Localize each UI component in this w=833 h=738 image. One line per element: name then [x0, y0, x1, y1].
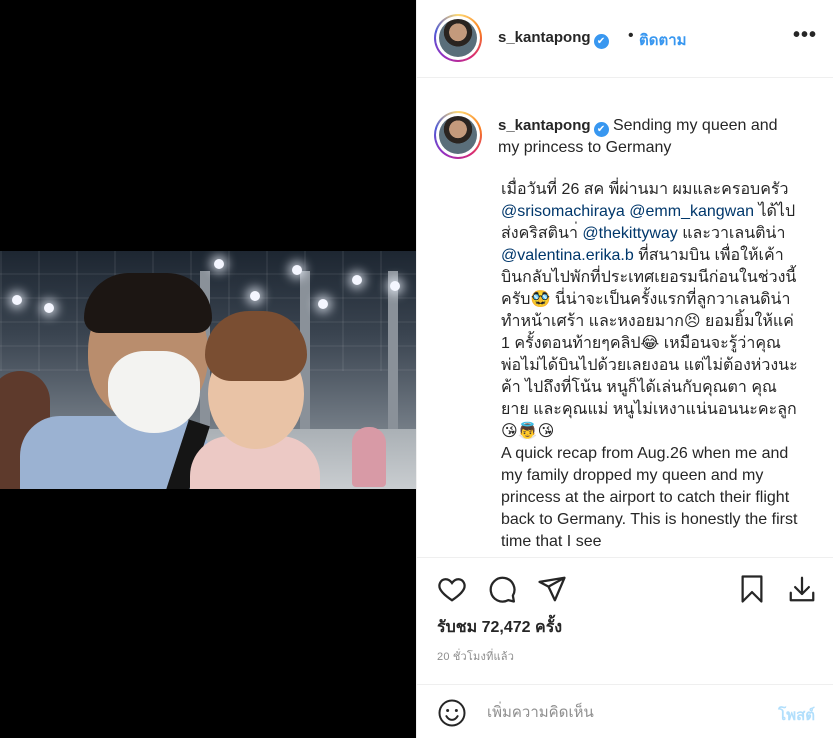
- bookmark-icon[interactable]: [737, 574, 767, 604]
- action-bar: [417, 557, 833, 619]
- follow-button[interactable]: ติดตาม: [639, 28, 687, 52]
- caption-text-segment: และวาเลนติน่า: [677, 225, 790, 242]
- comment-bar: โพสต์: [417, 684, 833, 738]
- caption-text-segment: ที่สนามบิน เพื่อให้เค้าบินกลับไปพักที่ปร…: [501, 247, 798, 550]
- post-comment-button[interactable]: โพสต์: [778, 703, 815, 727]
- separator-dot: •: [628, 27, 634, 44]
- avatar[interactable]: [434, 14, 482, 62]
- view-count[interactable]: รับชม 72,472 ครั้ง: [437, 615, 562, 640]
- mention-link[interactable]: @thekittyway: [582, 225, 677, 242]
- post-photo[interactable]: [0, 251, 416, 489]
- caption-header: s_kantapong ✔ Sending my queen and my pri…: [498, 115, 798, 159]
- mention-link[interactable]: @valentina.erika.b: [501, 247, 634, 264]
- caption-avatar[interactable]: [434, 111, 482, 159]
- caption-text: เมื่อวันที่ 26 สค พี่ผ่านมา ผมและครอบครั…: [501, 179, 801, 553]
- post-panel: s_kantapong ✔ • ติดตาม ••• s_kantapong ✔ S…: [416, 0, 833, 738]
- caption-username-link[interactable]: s_kantapong: [498, 117, 591, 134]
- comment-icon[interactable]: [487, 574, 517, 604]
- heart-icon[interactable]: [437, 574, 467, 604]
- post-header: s_kantapong ✔ • ติดตาม •••: [417, 0, 833, 78]
- verified-badge-icon: ✔: [593, 34, 609, 49]
- share-icon[interactable]: [537, 574, 567, 604]
- download-icon[interactable]: [787, 574, 817, 604]
- smiley-icon[interactable]: [437, 698, 467, 728]
- verified-badge-icon: ✔: [593, 122, 609, 137]
- mention-link[interactable]: @emm_kangwan: [629, 203, 754, 220]
- caption-area: s_kantapong ✔ Sending my queen and my pri…: [417, 79, 833, 557]
- mention-link[interactable]: @srisomachiraya: [501, 203, 625, 220]
- more-options-icon[interactable]: •••: [793, 24, 817, 47]
- username-link[interactable]: s_kantapong: [498, 29, 591, 46]
- comment-input[interactable]: [487, 699, 737, 725]
- post-timestamp[interactable]: 20 ชั่วโมงที่แล้ว: [437, 647, 514, 665]
- header-username-row: s_kantapong ✔: [498, 29, 609, 49]
- caption-text-segment: เมื่อวันที่ 26 สค พี่ผ่านมา ผมและครอบครั…: [501, 181, 793, 198]
- post-media: [0, 0, 416, 738]
